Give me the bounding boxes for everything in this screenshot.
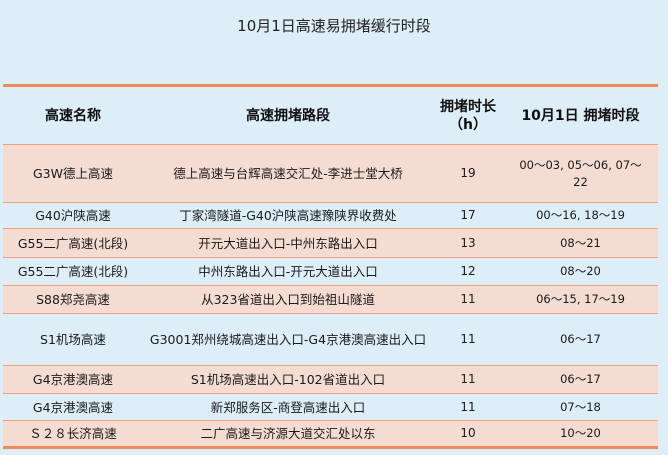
- table-row: G55二广高速(北段) 中州东路出入口-开元大道出入口 12 08～20: [3, 257, 658, 286]
- cell-time: 10～20: [503, 420, 658, 449]
- cell-hours: 11: [433, 393, 503, 421]
- header-hours-line1: 拥堵时长: [440, 98, 496, 115]
- cell-hours: 11: [433, 313, 503, 366]
- cell-time: 07～18: [503, 393, 658, 421]
- congestion-table: 高速名称 高速拥堵路段 拥堵时长 （h） 10月1日 拥堵时段 G3W德上高速 德…: [3, 87, 658, 449]
- cell-name: G3W德上高速: [3, 144, 143, 203]
- cell-hours: 10: [433, 420, 503, 449]
- table-row: Ｓ２８长济高速 二广高速与济源大道交汇处以东 10 10～20: [3, 420, 658, 449]
- cell-hours: 12: [433, 257, 503, 286]
- cell-name: S88郑尧高速: [3, 285, 143, 314]
- header-time: 10月1日 拥堵时段: [503, 87, 658, 145]
- cell-route: 新郑服务区-商登高速出入口: [143, 393, 433, 421]
- table-row: G55二广高速(北段) 开元大道出入口-中州东路出入口 13 08～21: [3, 228, 658, 258]
- cell-hours: 17: [433, 202, 503, 229]
- cell-name: G4京港澳高速: [3, 365, 143, 394]
- cell-route: 二广高速与济源大道交汇处以东: [143, 420, 433, 449]
- cell-time: 00～03, 05～06, 07～ 22: [503, 144, 658, 203]
- table-row: G3W德上高速 德上高速与台辉高速交汇处-李进士堂大桥 19 00～03, 05…: [3, 144, 658, 203]
- cell-route: 开元大道出入口-中州东路出入口: [143, 228, 433, 258]
- header-hours-line2: （h）: [449, 116, 487, 133]
- page-title: 10月1日高速易拥堵缓行时段: [237, 17, 431, 35]
- table-header-row: 高速名称 高速拥堵路段 拥堵时长 （h） 10月1日 拥堵时段: [3, 87, 658, 145]
- cell-hours: 19: [433, 144, 503, 203]
- cell-name: G4京港澳高速: [3, 393, 143, 421]
- header-highway-name: 高速名称: [3, 87, 143, 145]
- congestion-table-container: 高速名称 高速拥堵路段 拥堵时长 （h） 10月1日 拥堵时段 G3W德上高速 德…: [3, 84, 658, 449]
- header-hours: 拥堵时长 （h）: [433, 87, 503, 145]
- cell-hours: 11: [433, 285, 503, 314]
- table-row: G40沪陕高速 丁家湾隧道-G40沪陕高速豫陕界收费处 17 00～16, 18…: [3, 202, 658, 229]
- cell-time-line1: 00～03, 05～06, 07～: [519, 157, 642, 172]
- cell-name: Ｓ２８长济高速: [3, 420, 143, 449]
- table-row: G4京港澳高速 S1机场高速出入口-102省道出入口 11 06～17: [3, 365, 658, 394]
- cell-hours: 11: [433, 365, 503, 394]
- cell-route: 从323省道出入口到始祖山隧道: [143, 285, 433, 314]
- cell-time: 06～17: [503, 313, 658, 366]
- cell-route: 中州东路出入口-开元大道出入口: [143, 257, 433, 286]
- cell-route: 丁家湾隧道-G40沪陕高速豫陕界收费处: [143, 202, 433, 229]
- table-row: S1机场高速 G3001郑州绕城高速出入口-G4京港澳高速出入口 11 06～1…: [3, 313, 658, 366]
- cell-time: 08～20: [503, 257, 658, 286]
- cell-name: S1机场高速: [3, 313, 143, 366]
- cell-name: G55二广高速(北段): [3, 257, 143, 286]
- header-route: 高速拥堵路段: [143, 87, 433, 145]
- cell-time-line2: 22: [573, 174, 588, 189]
- table-row: S88郑尧高速 从323省道出入口到始祖山隧道 11 06～15, 17～19: [3, 285, 658, 314]
- cell-time: 00～16, 18～19: [503, 202, 658, 229]
- cell-name: G40沪陕高速: [3, 202, 143, 229]
- cell-time: 08～21: [503, 228, 658, 258]
- cell-time: 06～15, 17～19: [503, 285, 658, 314]
- cell-name: G55二广高速(北段): [3, 228, 143, 258]
- cell-hours: 13: [433, 228, 503, 258]
- cell-route: G3001郑州绕城高速出入口-G4京港澳高速出入口: [143, 313, 433, 366]
- cell-time: 06～17: [503, 365, 658, 394]
- table-row: G4京港澳高速 新郑服务区-商登高速出入口 11 07～18: [3, 393, 658, 421]
- cell-route: 德上高速与台辉高速交汇处-李进士堂大桥: [143, 144, 433, 203]
- cell-route: S1机场高速出入口-102省道出入口: [143, 365, 433, 394]
